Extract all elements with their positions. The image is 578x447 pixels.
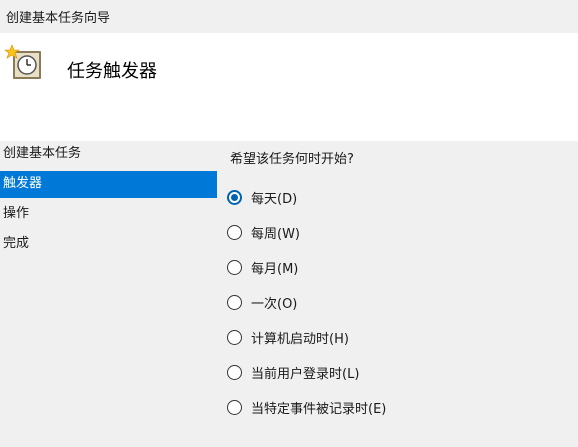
option-label: 当前用户登录时(L) [251,367,360,382]
radio-at-logon[interactable] [227,365,242,380]
option-weekly[interactable]: 每周(W) [227,215,386,250]
sidebar-item-action[interactable]: 操作 [0,201,217,231]
trigger-content: 希望该任务何时开始? 每天(D) 每周(W) 每月(M) 一次(O) 计算机启动… [217,141,578,447]
option-at-logon[interactable]: 当前用户登录时(L) [227,355,386,390]
option-label: 每周(W) [251,227,300,242]
option-daily[interactable]: 每天(D) [227,180,386,215]
wizard-header: 任务触发器 [0,33,578,141]
clock-task-icon [4,43,44,83]
sidebar-item-create-basic-task[interactable]: 创建基本任务 [0,141,217,171]
sidebar-item-finish[interactable]: 完成 [0,231,217,261]
wizard-window: 创建基本任务向导 任务触发器 创建基本任务 触发器 操作 完成 希望该任务何时开… [0,0,578,447]
radio-monthly[interactable] [227,260,242,275]
option-once[interactable]: 一次(O) [227,285,386,320]
option-label: 每月(M) [251,262,299,277]
option-label: 计算机启动时(H) [251,332,349,347]
wizard-steps-sidebar: 创建基本任务 触发器 操作 完成 [0,141,217,447]
window-title: 创建基本任务向导 [6,11,111,26]
question-label: 希望该任务何时开始? [230,152,354,167]
option-at-startup[interactable]: 计算机启动时(H) [227,320,386,355]
title-bar: 创建基本任务向导 [0,0,578,33]
radio-at-startup[interactable] [227,330,242,345]
option-label: 当特定事件被记录时(E) [251,402,387,417]
radio-daily[interactable] [227,190,242,205]
option-on-event[interactable]: 当特定事件被记录时(E) [227,390,386,425]
trigger-options: 每天(D) 每周(W) 每月(M) 一次(O) 计算机启动时(H) 当前用户登录… [227,180,386,425]
radio-weekly[interactable] [227,225,242,240]
option-label: 一次(O) [251,297,298,312]
option-label: 每天(D) [251,192,298,207]
option-monthly[interactable]: 每月(M) [227,250,386,285]
page-title: 任务触发器 [67,61,157,82]
radio-once[interactable] [227,295,242,310]
radio-on-event[interactable] [227,400,242,415]
sidebar-item-trigger[interactable]: 触发器 [0,171,217,198]
